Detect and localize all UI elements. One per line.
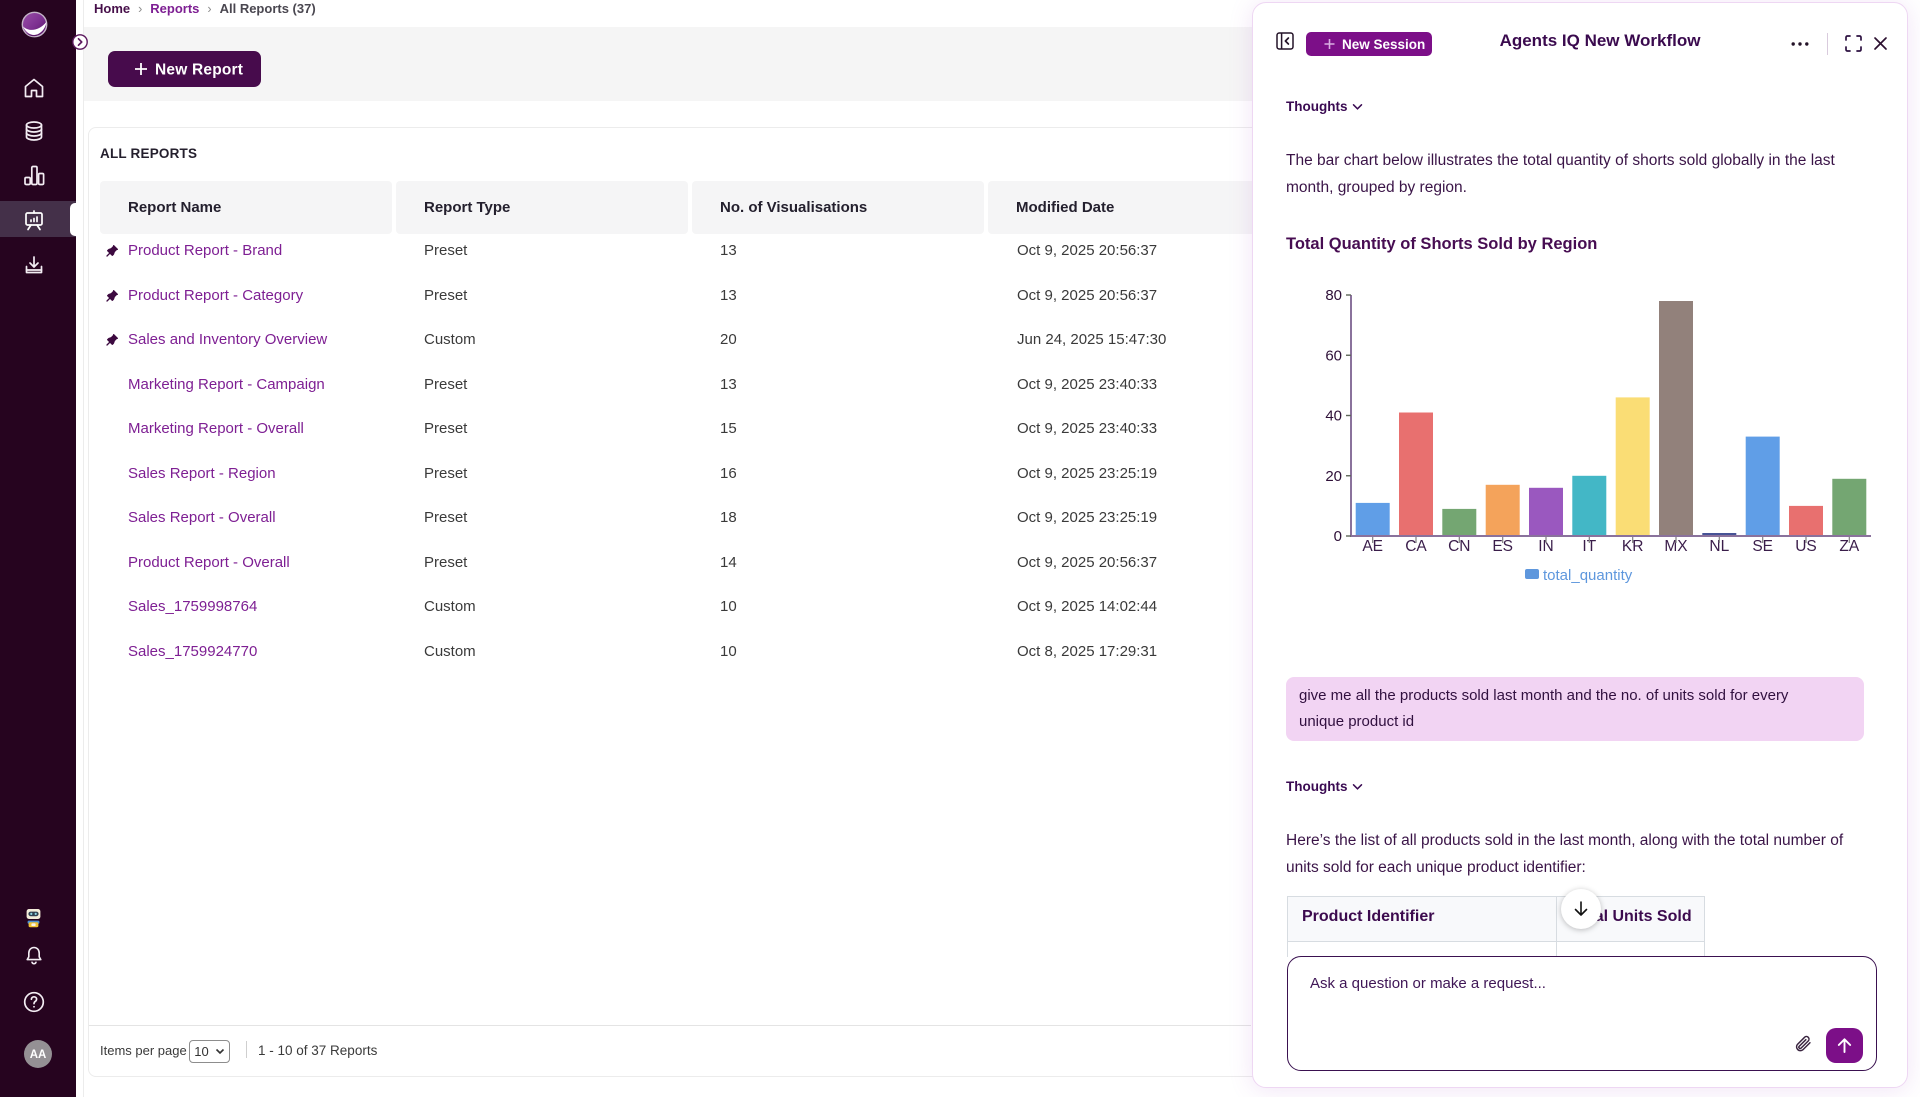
svg-text:New Report: New Report	[155, 62, 243, 79]
svg-text:60: 60	[1325, 347, 1342, 364]
svg-text:0: 0	[1334, 528, 1342, 545]
svg-text:20: 20	[1325, 468, 1342, 485]
svg-text:40: 40	[1325, 408, 1342, 425]
svg-text:New Session: New Session	[1342, 37, 1425, 52]
svg-text:AA: AA	[30, 1049, 47, 1061]
svg-text:total_quantity: total_quantity	[1543, 567, 1633, 584]
svg-text:80: 80	[1325, 287, 1342, 304]
